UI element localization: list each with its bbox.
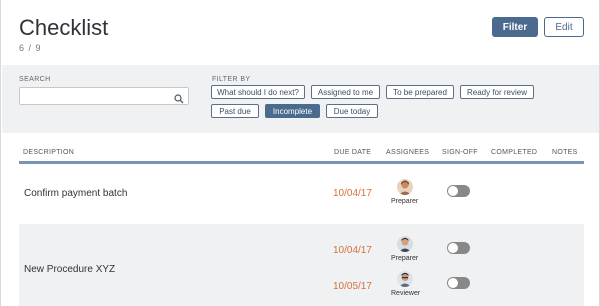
filter-button[interactable]: Filter: [492, 17, 538, 37]
due-date: 10/04/17: [333, 245, 372, 256]
chip-due-today[interactable]: Due today: [326, 104, 378, 118]
chip-ready-for-review[interactable]: Ready for review: [460, 85, 534, 99]
search-icon[interactable]: [174, 91, 184, 104]
assignee-avatar[interactable]: [397, 271, 413, 287]
chip-to-be-prepared[interactable]: To be prepared: [386, 85, 454, 99]
column-notes[interactable]: NOTES: [552, 149, 578, 156]
checklist-card: Checklist 6 / 9 Filter Edit SEARCH FILTE…: [0, 0, 600, 306]
column-sign-off[interactable]: SIGN-OFF: [442, 149, 478, 156]
edit-button[interactable]: Edit: [544, 17, 584, 37]
table-row[interactable]: New Procedure XYZ 10/04/17 Preparer 10/0…: [19, 224, 584, 306]
chip-assigned-to-me[interactable]: Assigned to me: [311, 85, 380, 99]
progress-count: 6 / 9: [19, 43, 42, 53]
assignee-avatar[interactable]: [397, 179, 413, 195]
toggle-knob: [448, 243, 458, 253]
filter-by-label: FILTER BY: [212, 76, 251, 83]
search-label: SEARCH: [19, 76, 51, 83]
sign-off-toggle[interactable]: [447, 277, 470, 289]
task-description[interactable]: Confirm payment batch: [24, 188, 127, 199]
assignee-avatar[interactable]: [397, 236, 413, 252]
table-row[interactable]: Confirm payment batch 10/04/17 Preparer: [19, 164, 584, 222]
assignee-role: Preparer: [391, 198, 419, 205]
chip-what-next[interactable]: What should I do next?: [211, 85, 305, 99]
assignee-role: Reviewer: [391, 290, 421, 297]
column-completed[interactable]: COMPLETED: [491, 149, 537, 156]
toggle-knob: [448, 278, 458, 288]
task-description[interactable]: New Procedure XYZ: [24, 264, 115, 275]
column-assignees[interactable]: ASSIGNEES: [386, 149, 429, 156]
sign-off-toggle[interactable]: [447, 185, 470, 197]
column-description[interactable]: DESCRIPTION: [23, 149, 74, 156]
chip-past-due[interactable]: Past due: [211, 104, 259, 118]
column-due-date[interactable]: DUE DATE: [334, 149, 371, 156]
page-title: Checklist: [19, 15, 109, 40]
due-date: 10/05/17: [333, 281, 372, 292]
due-date: 10/04/17: [333, 188, 372, 199]
assignee-role: Preparer: [391, 255, 419, 262]
search-input[interactable]: [19, 87, 189, 105]
chip-incomplete[interactable]: Incomplete: [265, 104, 320, 118]
filter-panel: SEARCH FILTER BY What should I do next? …: [2, 65, 599, 133]
toggle-knob: [448, 186, 458, 196]
sign-off-toggle[interactable]: [447, 242, 470, 254]
